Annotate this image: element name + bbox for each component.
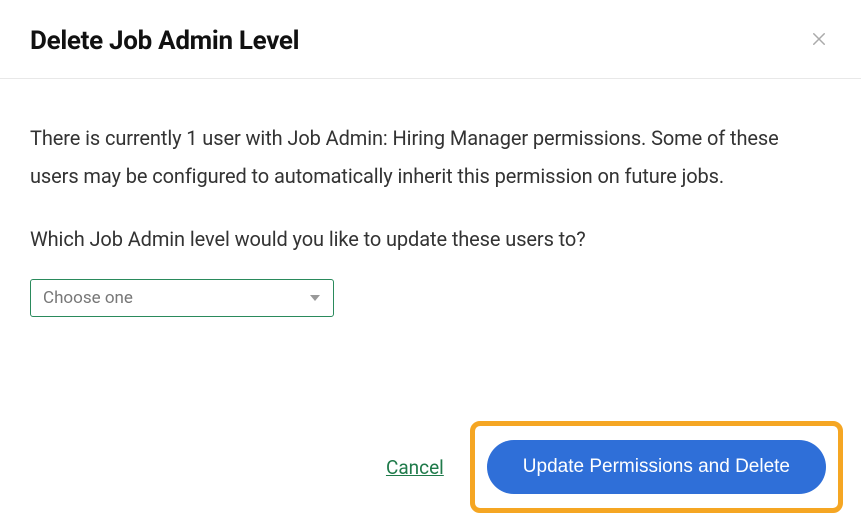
highlight-annotation: Update Permissions and Delete (470, 421, 843, 513)
delete-job-admin-modal: Delete Job Admin Level There is currentl… (0, 0, 861, 531)
close-button[interactable] (807, 29, 831, 53)
close-icon (810, 30, 828, 52)
modal-footer: Cancel Update Permissions and Delete (0, 421, 861, 531)
modal-body: There is currently 1 user with Job Admin… (0, 79, 861, 421)
cancel-button[interactable]: Cancel (382, 448, 448, 487)
select-placeholder: Choose one (43, 288, 133, 308)
modal-prompt-text: Which Job Admin level would you like to … (30, 223, 831, 255)
job-admin-level-select-wrap: Choose one (30, 279, 334, 317)
update-permissions-and-delete-button[interactable]: Update Permissions and Delete (487, 440, 826, 494)
modal-title: Delete Job Admin Level (30, 26, 299, 56)
modal-header: Delete Job Admin Level (0, 0, 861, 79)
job-admin-level-select[interactable]: Choose one (30, 279, 334, 317)
modal-body-text: There is currently 1 user with Job Admin… (30, 119, 831, 195)
